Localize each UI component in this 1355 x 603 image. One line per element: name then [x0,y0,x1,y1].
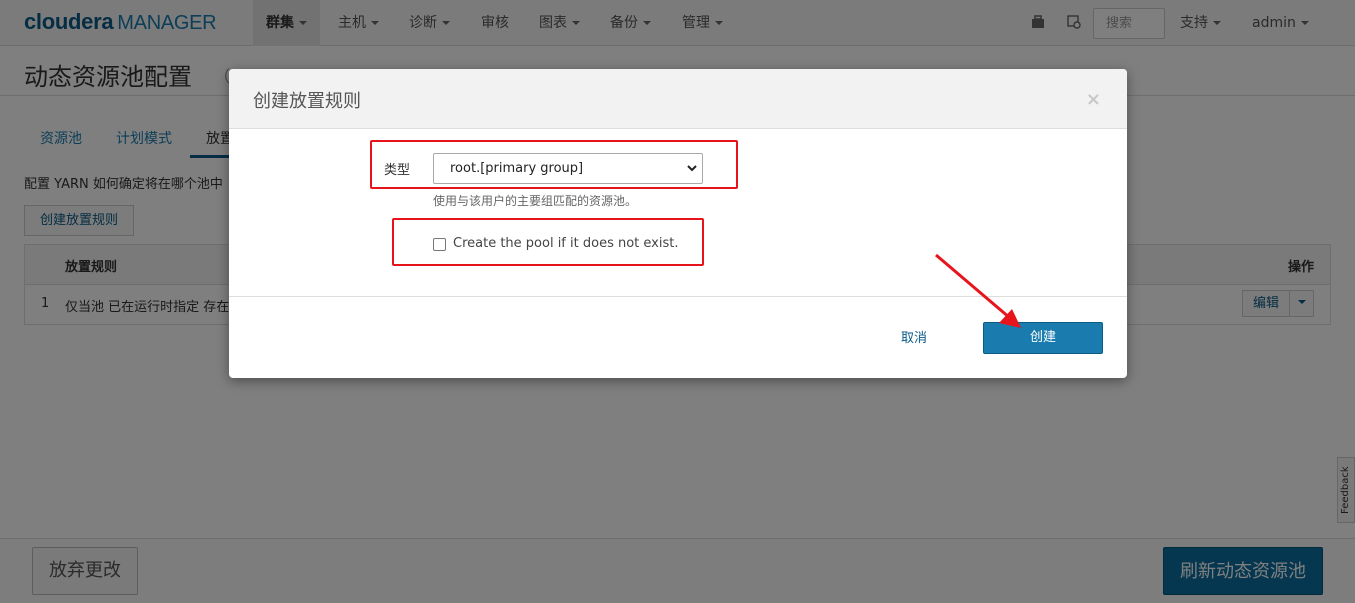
annotation-arrow-icon [935,253,1021,328]
